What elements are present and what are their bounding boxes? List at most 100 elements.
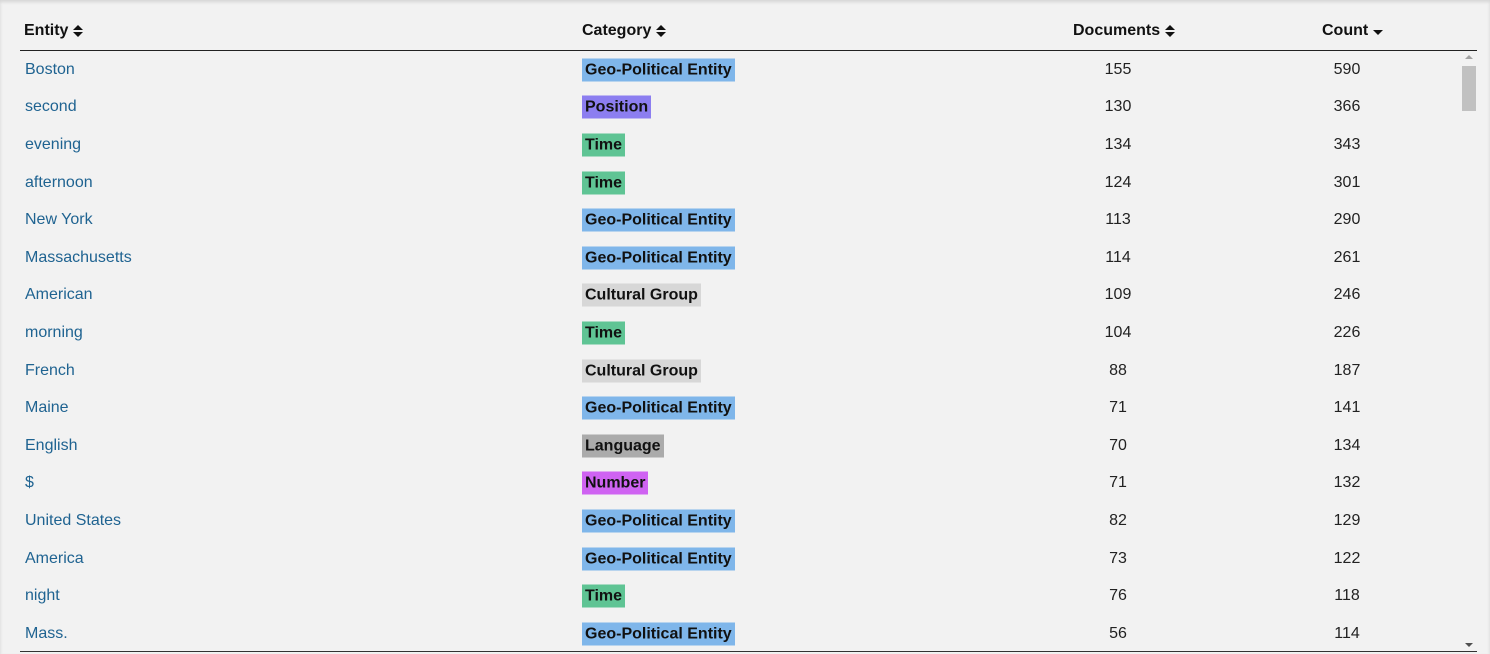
vertical-scrollbar[interactable]: [1461, 51, 1477, 651]
category-badge: Position: [582, 95, 652, 119]
table-row: American Cultural Group 109 246: [20, 277, 1460, 315]
count-value: 590: [1333, 60, 1361, 78]
column-header-category-label: Category: [582, 22, 652, 39]
documents-value: 114: [1105, 248, 1131, 266]
entity-link[interactable]: $: [25, 474, 34, 492]
table-row: Boston Geo-Political Entity 155 590: [20, 51, 1460, 89]
entity-link[interactable]: Massachusetts: [25, 249, 132, 267]
documents-value: 104: [1104, 323, 1132, 341]
documents-value: 82: [1109, 511, 1127, 529]
count-value: 246: [1333, 286, 1361, 304]
count-value: 122: [1333, 549, 1361, 567]
documents-value: 70: [1109, 436, 1127, 454]
table-row: America Geo-Political Entity 73 122: [20, 540, 1460, 578]
count-value: 226: [1333, 323, 1361, 341]
documents-value: 113: [1105, 211, 1131, 229]
table-row: evening Time 134 343: [20, 126, 1460, 164]
table-row: New York Geo-Political Entity 113 290: [20, 201, 1460, 239]
count-value: 118: [1334, 587, 1360, 605]
sort-descending-icon: [1373, 24, 1384, 38]
entity-link[interactable]: morning: [25, 324, 83, 342]
count-value: 290: [1333, 211, 1361, 229]
category-badge: Geo-Political Entity: [582, 58, 735, 82]
table-row: morning Time 104 226: [20, 314, 1460, 352]
documents-value: 109: [1104, 286, 1132, 304]
table-row: $ Number 71 132: [20, 465, 1460, 503]
column-header-documents[interactable]: Documents: [1073, 22, 1176, 40]
table-bottom-border: [20, 651, 1477, 652]
entity-link[interactable]: night: [25, 587, 60, 605]
category-badge: Geo-Political Entity: [582, 208, 735, 232]
count-value: 261: [1333, 248, 1361, 266]
category-badge: Time: [582, 321, 626, 345]
documents-value: 76: [1109, 587, 1127, 605]
column-header-entity-label: Entity: [24, 22, 69, 39]
entity-link[interactable]: United States: [25, 512, 121, 530]
sort-toggle-icon: [1165, 24, 1176, 38]
sort-toggle-icon: [656, 24, 667, 38]
entity-link[interactable]: New York: [25, 211, 93, 229]
column-header-count-label: Count: [1322, 22, 1369, 39]
documents-value: 73: [1109, 549, 1127, 567]
entity-link[interactable]: America: [25, 550, 84, 568]
category-badge: Geo-Political Entity: [582, 622, 735, 646]
entity-link[interactable]: afternoon: [25, 174, 93, 192]
column-header-count[interactable]: Count: [1322, 22, 1384, 40]
count-value: 141: [1333, 399, 1361, 417]
documents-value: 124: [1104, 173, 1132, 191]
category-badge: Geo-Political Entity: [582, 246, 735, 270]
entity-link[interactable]: Mass.: [25, 625, 68, 643]
category-badge: Number: [582, 471, 649, 495]
category-badge: Cultural Group: [582, 359, 701, 383]
table-row: Maine Geo-Political Entity 71 141: [20, 389, 1460, 427]
count-value: 129: [1333, 511, 1361, 529]
count-value: 301: [1333, 173, 1361, 191]
count-value: 134: [1333, 436, 1361, 454]
count-value: 114: [1334, 624, 1360, 642]
entity-link[interactable]: American: [25, 286, 93, 304]
category-badge: Time: [582, 171, 626, 195]
entity-link[interactable]: second: [25, 98, 77, 116]
table-row: second Position 130 366: [20, 89, 1460, 127]
column-header-category[interactable]: Category: [582, 22, 667, 40]
column-header-entity[interactable]: Entity: [24, 22, 84, 40]
entity-table: Entity Category Documents Count Boston Ge…: [0, 0, 1490, 654]
documents-value: 71: [1109, 474, 1127, 492]
entity-link[interactable]: English: [25, 437, 77, 455]
category-badge: Geo-Political Entity: [582, 547, 735, 571]
table-row: French Cultural Group 88 187: [20, 352, 1460, 390]
documents-value: 71: [1109, 399, 1127, 417]
entity-link[interactable]: evening: [25, 136, 81, 154]
table-row: Massachusetts Geo-Political Entity 114 261: [20, 239, 1460, 277]
count-value: 132: [1333, 474, 1361, 492]
count-value: 366: [1333, 98, 1361, 116]
category-badge: Time: [582, 133, 626, 157]
table-row: Mass. Geo-Political Entity 56 114: [20, 615, 1460, 651]
table-row: English Language 70 134: [20, 427, 1460, 465]
table-header: Entity Category Documents Count: [20, 0, 1477, 51]
sort-toggle-icon: [73, 24, 84, 38]
scroll-up-arrow-icon[interactable]: [1465, 55, 1473, 59]
table-row: night Time 76 118: [20, 577, 1460, 615]
scrollbar-thumb[interactable]: [1462, 66, 1476, 111]
documents-value: 155: [1104, 60, 1132, 78]
category-badge: Language: [582, 434, 664, 458]
category-badge: Time: [582, 584, 626, 608]
table-body: Boston Geo-Political Entity 155 590 second Po…: [20, 51, 1460, 651]
documents-value: 56: [1109, 624, 1127, 642]
category-badge: Cultural Group: [582, 283, 701, 307]
scroll-down-arrow-icon[interactable]: [1465, 643, 1473, 647]
entity-link[interactable]: Boston: [25, 61, 75, 79]
category-badge: Geo-Political Entity: [582, 509, 735, 533]
count-value: 343: [1333, 135, 1361, 153]
documents-value: 134: [1104, 135, 1132, 153]
documents-value: 130: [1104, 98, 1132, 116]
table-row: United States Geo-Political Entity 82 129: [20, 502, 1460, 540]
entity-link[interactable]: Maine: [25, 399, 69, 417]
entity-link[interactable]: French: [25, 362, 75, 380]
count-value: 187: [1333, 361, 1361, 379]
table-row: afternoon Time 124 301: [20, 164, 1460, 202]
column-header-documents-label: Documents: [1073, 22, 1161, 39]
category-badge: Geo-Political Entity: [582, 396, 735, 420]
documents-value: 88: [1109, 361, 1127, 379]
